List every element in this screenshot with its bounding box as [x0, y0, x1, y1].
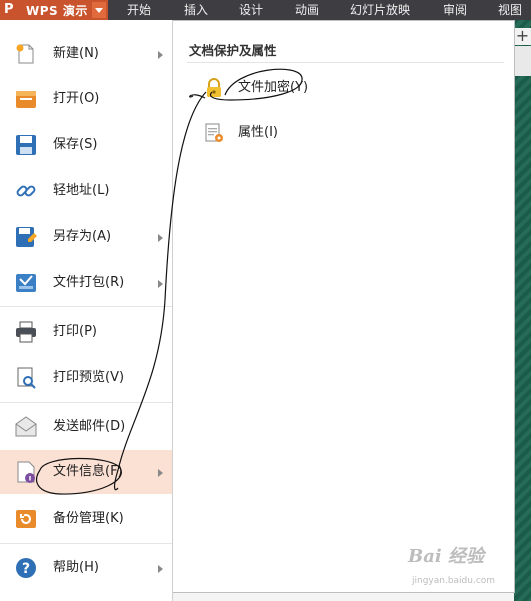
tab-strip: [514, 46, 531, 76]
menu-item-print[interactable]: 打印(P): [0, 310, 172, 354]
mail-icon: [15, 416, 37, 437]
menu-item-help[interactable]: ? 帮助(H): [0, 546, 172, 590]
menu-item-label: 打开(O): [53, 91, 100, 106]
tab-animation[interactable]: 动画: [295, 0, 319, 20]
menu-item-label: 保存(S): [53, 137, 98, 152]
help-icon: ?: [16, 558, 36, 578]
save-disk-icon: [16, 135, 36, 155]
submenu-divider: [187, 62, 504, 63]
file-info-submenu: 文档保护及属性 文件加密(Y) 属性(I): [173, 20, 515, 593]
open-folder-icon: [16, 91, 36, 108]
wps-app-button[interactable]: P WPS 演示: [0, 0, 108, 20]
backup-icon: [16, 510, 36, 528]
baidu-jingyan-watermark: Bai 经验 jingyan.baidu.com: [398, 540, 508, 590]
chevron-right-icon: [158, 280, 163, 288]
menu-item-package[interactable]: 文件打包(R): [0, 261, 172, 305]
save-as-icon: [16, 227, 37, 247]
menu-item-label: 帮助(H): [53, 560, 99, 575]
file-info-icon: [17, 461, 35, 483]
slide-background-pattern: [514, 20, 531, 601]
new-tab-plus-icon[interactable]: +: [514, 28, 531, 45]
chevron-right-icon: [158, 51, 163, 59]
app-name: WPS 演示: [26, 3, 88, 18]
tab-design[interactable]: 设计: [239, 0, 263, 20]
submenu-item-encrypt[interactable]: 文件加密(Y): [199, 73, 439, 103]
menu-item-label: 另存为(A): [53, 229, 112, 244]
submenu-item-label: 文件加密(Y): [238, 80, 309, 95]
menu-item-send-mail[interactable]: 发送邮件(D): [0, 405, 172, 449]
lock-icon: [207, 78, 221, 97]
svg-text:?: ?: [22, 561, 30, 577]
package-icon: [16, 274, 36, 292]
menu-item-save-as[interactable]: 另存为(A): [0, 215, 172, 259]
watermark-logo: Bai 经验: [408, 546, 484, 567]
ribbon-bar: P WPS 演示 开始 插入 设计 动画 幻灯片放映 审阅 视图: [0, 0, 531, 20]
menu-separator: [0, 306, 172, 307]
menu-item-label: 发送邮件(D): [53, 419, 126, 434]
file-menu: 新建(N) 打开(O) 保存(S) 轻地址(L) 另存为(A) 文件打包(R) …: [0, 20, 173, 601]
menu-item-save[interactable]: 保存(S): [0, 123, 172, 167]
submenu-item-label: 属性(I): [238, 125, 278, 140]
print-preview-icon: [17, 367, 36, 389]
tab-insert[interactable]: 插入: [184, 0, 208, 20]
menu-item-label: 轻地址(L): [53, 183, 110, 198]
submenu-title: 文档保护及属性: [189, 43, 277, 58]
menu-item-new[interactable]: 新建(N): [0, 32, 172, 76]
menu-item-label: 打印预览(V): [53, 370, 125, 385]
new-document-icon: [16, 44, 34, 64]
tab-view[interactable]: 视图: [498, 0, 522, 20]
menu-item-light-address[interactable]: 轻地址(L): [0, 169, 172, 213]
chevron-right-icon: [158, 565, 163, 573]
menu-item-open[interactable]: 打开(O): [0, 77, 172, 121]
menu-item-file-info[interactable]: 文件信息(F): [0, 450, 172, 494]
menu-separator: [0, 543, 172, 544]
menu-item-label: 打印(P): [53, 324, 97, 339]
menu-item-label: 新建(N): [53, 46, 99, 61]
menu-separator: [0, 402, 172, 403]
menu-item-label: 文件信息(F): [53, 464, 123, 479]
menu-item-label: 备份管理(K): [53, 511, 124, 526]
menu-item-print-preview[interactable]: 打印预览(V): [0, 356, 172, 400]
submenu-item-properties[interactable]: 属性(I): [199, 118, 439, 148]
printer-icon: [16, 321, 36, 343]
wps-logo-icon: P: [4, 2, 14, 17]
menu-item-backup[interactable]: 备份管理(K): [0, 497, 172, 541]
link-icon: [16, 185, 36, 197]
app-dropdown-button[interactable]: [92, 2, 106, 18]
menu-item-label: 文件打包(R): [53, 275, 125, 290]
tab-review[interactable]: 审阅: [443, 0, 467, 20]
tab-home[interactable]: 开始: [127, 0, 151, 20]
watermark-url: jingyan.baidu.com: [412, 576, 496, 586]
properties-icon: [205, 123, 223, 142]
tab-slideshow[interactable]: 幻灯片放映: [350, 0, 410, 20]
chevron-right-icon: [158, 469, 163, 477]
chevron-right-icon: [158, 234, 163, 242]
